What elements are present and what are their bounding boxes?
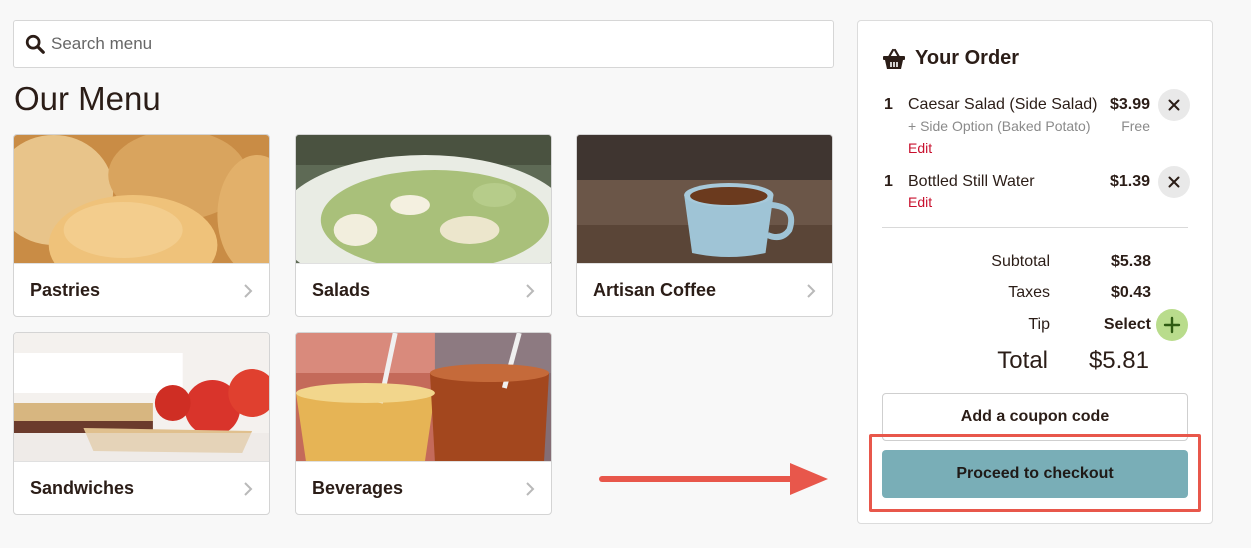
- order-item: 1 Bottled Still Water $1.39 Edit: [882, 166, 1190, 213]
- category-label: Pastries: [30, 280, 101, 300]
- remove-item-button[interactable]: [1158, 166, 1190, 198]
- basket-icon: [883, 48, 905, 69]
- category-label: Sandwiches: [30, 478, 135, 498]
- item-name: Bottled Still Water: [908, 173, 1035, 190]
- tip-label: Tip: [1028, 316, 1050, 333]
- add-tip-button[interactable]: [1156, 309, 1188, 341]
- chevron-right-icon: [807, 283, 816, 298]
- close-icon: [1168, 176, 1180, 188]
- divider: [882, 227, 1188, 228]
- chevron-right-icon: [244, 481, 253, 496]
- pastries-image: [14, 135, 269, 263]
- order-title: Your Order: [915, 47, 1020, 69]
- subtotal-row: Subtotal $5.38: [858, 253, 1214, 275]
- category-card-pastries[interactable]: Pastries: [13, 134, 270, 317]
- total-label: Total: [997, 347, 1048, 374]
- taxes-label: Taxes: [1008, 284, 1050, 301]
- chevron-right-icon: [526, 481, 535, 496]
- item-option-price: Free: [1121, 118, 1150, 134]
- item-quantity: 1: [884, 96, 893, 113]
- salads-image: [296, 135, 551, 263]
- total-value: $5.81: [1088, 347, 1149, 374]
- coffee-image: [577, 135, 832, 263]
- remove-item-button[interactable]: [1158, 89, 1190, 121]
- order-item: 1 Caesar Salad (Side Salad) $3.99 + Side…: [882, 89, 1190, 158]
- item-price: $3.99: [1109, 96, 1150, 113]
- sandwiches-image: [14, 333, 269, 461]
- order-header: Your Order: [882, 47, 1019, 70]
- search-bar[interactable]: [13, 20, 834, 68]
- category-card-salads[interactable]: Salads: [295, 134, 552, 317]
- category-label: Artisan Coffee: [593, 280, 717, 300]
- chevron-right-icon: [244, 283, 253, 298]
- search-input[interactable]: [51, 34, 811, 54]
- chevron-right-icon: [526, 283, 535, 298]
- tip-select[interactable]: Select: [1104, 316, 1151, 334]
- category-card-artisan-coffee[interactable]: Artisan Coffee: [576, 134, 833, 317]
- item-price: $1.39: [1109, 173, 1150, 190]
- proceed-to-checkout-button[interactable]: Proceed to checkout: [882, 450, 1188, 498]
- taxes-row: Taxes $0.43: [858, 284, 1214, 306]
- beverages-image: [296, 333, 551, 461]
- subtotal-label: Subtotal: [991, 253, 1050, 270]
- category-label: Beverages: [312, 478, 404, 498]
- page-title: Our Menu: [14, 80, 161, 117]
- taxes-value: $0.43: [1110, 284, 1151, 301]
- arrow-right-icon: [599, 463, 828, 495]
- plus-icon: [1163, 316, 1181, 334]
- edit-link[interactable]: Edit: [908, 194, 932, 210]
- item-quantity: 1: [884, 173, 893, 190]
- item-option: + Side Option (Baked Potato): [908, 118, 1091, 134]
- close-icon: [1168, 99, 1180, 111]
- category-card-beverages[interactable]: Beverages: [295, 332, 552, 515]
- category-card-sandwiches[interactable]: Sandwiches: [13, 332, 270, 515]
- subtotal-value: $5.38: [1110, 253, 1151, 270]
- item-name: Caesar Salad (Side Salad): [908, 96, 1098, 113]
- search-icon: [25, 34, 45, 54]
- category-label: Salads: [312, 280, 371, 300]
- edit-link[interactable]: Edit: [908, 140, 932, 156]
